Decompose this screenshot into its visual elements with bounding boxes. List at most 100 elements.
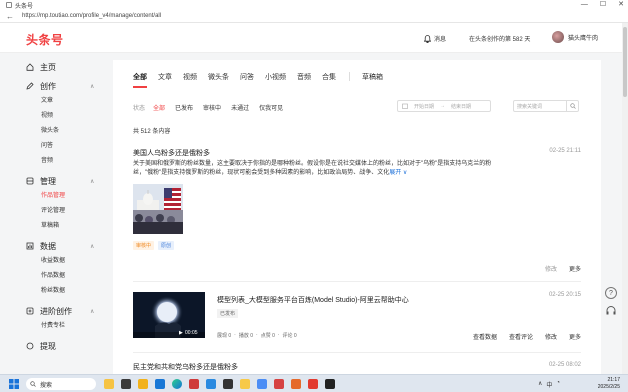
os-taskbar: 搜索 ∧ 中 ◔ 21:17 2025/2/25 — [0, 374, 628, 392]
chevron-up-icon[interactable]: ∧ — [90, 308, 94, 315]
app-icon[interactable] — [291, 379, 301, 389]
sidebar-item-weitoutiao[interactable]: 微头条 — [0, 124, 110, 139]
close-button[interactable]: ✕ — [618, 0, 624, 10]
chevron-up-icon[interactable]: ∧ — [90, 83, 94, 90]
app-icon[interactable] — [155, 379, 165, 389]
scrollbar-thumb[interactable] — [623, 27, 627, 97]
article-actions: 查看数据 查看评论 修改 更多 — [473, 332, 581, 341]
app-icon[interactable] — [274, 379, 284, 389]
app-icon[interactable] — [104, 379, 114, 389]
minimize-button[interactable]: — — [581, 0, 588, 10]
windows-start-icon[interactable] — [9, 379, 19, 389]
filter-reviewing[interactable]: 审核中 — [203, 103, 221, 112]
app-icon[interactable] — [189, 379, 199, 389]
clock-time: 21:17 — [607, 377, 620, 383]
filter-private[interactable]: 仅我可见 — [259, 103, 283, 112]
sidebar-item-video[interactable]: 视频 — [0, 109, 110, 124]
taskbar-clock[interactable]: 21:17 2025/2/25 — [598, 377, 620, 391]
capitol-flag-image — [133, 184, 183, 234]
article-tags: 审核中 原创 — [133, 241, 175, 250]
sidebar-group-earn[interactable]: 提现 — [0, 338, 110, 354]
sidebar-group-manage[interactable]: 管理 ∧ — [0, 173, 110, 189]
page-scrollbar[interactable] — [622, 23, 628, 374]
app-icon[interactable] — [206, 379, 216, 389]
original-badge: 原创 — [158, 241, 175, 250]
tab-article[interactable]: 文章 — [158, 72, 172, 88]
video-duration: 00:05 — [185, 330, 198, 336]
article-title[interactable]: 民主党和共和党乌粉多还是俄粉多 — [133, 362, 581, 372]
tab-short-video[interactable]: 小视频 — [265, 72, 286, 88]
sidebar-item-drafts[interactable]: 草稿箱 — [0, 219, 110, 234]
date-start-field[interactable]: 开始日期 — [414, 103, 434, 110]
address-bar[interactable]: ← https://mp.toutiao.com/profile_v4/mana… — [0, 10, 628, 23]
view-comments-button[interactable]: 查看评论 — [509, 332, 533, 341]
sidebar-item-works-manage[interactable]: 作品管理 — [0, 189, 110, 204]
messages-link[interactable]: 消息 — [424, 34, 446, 43]
date-range-picker[interactable]: 开始日期 → 结束日期 — [397, 100, 491, 112]
sidebar-item-audio[interactable]: 音频 — [0, 154, 110, 169]
sidebar-group-advanced[interactable]: 进阶创作 ∧ — [0, 303, 110, 319]
browser-tab-title[interactable]: 头条号 — [15, 1, 33, 10]
chevron-up-icon[interactable]: ∧ — [538, 380, 542, 389]
tab-weitoutiao[interactable]: 微头条 — [208, 72, 229, 88]
expand-link[interactable]: 展开 ∨ — [389, 170, 407, 176]
user-menu[interactable]: 猫头鹰牛肉 — [552, 31, 598, 43]
edit-button[interactable]: 修改 — [545, 264, 557, 273]
wifi-icon[interactable]: ◔ — [556, 380, 560, 389]
tab-all[interactable]: 全部 — [133, 72, 147, 88]
edge-icon[interactable] — [172, 379, 182, 389]
ime-indicator[interactable]: 中 — [546, 380, 552, 389]
taskbar-search[interactable]: 搜索 — [26, 378, 96, 390]
row-divider — [133, 352, 581, 353]
app-icon[interactable] — [325, 379, 335, 389]
tab-collection[interactable]: 合集 — [322, 72, 336, 88]
sidebar-item-comments-manage[interactable]: 评论管理 — [0, 204, 110, 219]
sidebar-label-data: 数据 — [40, 241, 56, 251]
maximize-button[interactable]: ☐ — [600, 0, 606, 10]
sidebar-item-article[interactable]: 文章 — [0, 94, 110, 109]
back-icon[interactable]: ← — [6, 12, 14, 21]
more-button[interactable]: 更多 — [569, 264, 581, 273]
tab-drafts[interactable]: 草稿箱 — [362, 72, 383, 88]
tab-audio[interactable]: 音频 — [297, 72, 311, 88]
app-icon[interactable] — [121, 379, 131, 389]
site-logo[interactable]: 头条号 — [26, 31, 64, 48]
date-end-field[interactable]: 结束日期 — [451, 103, 471, 110]
more-button[interactable]: 更多 — [569, 332, 581, 341]
search-button[interactable] — [566, 101, 578, 111]
chevron-up-icon[interactable]: ∧ — [90, 243, 94, 250]
sidebar-group-data[interactable]: 数据 ∧ — [0, 238, 110, 254]
username[interactable]: 猫头鹰牛肉 — [568, 33, 598, 42]
video-thumbnail[interactable]: ▶ 00:05 — [133, 292, 205, 338]
sidebar-item-qa[interactable]: 问答 — [0, 139, 110, 154]
filter-published[interactable]: 已发布 — [175, 103, 193, 112]
tab-video[interactable]: 视频 — [183, 72, 197, 88]
app-icon[interactable] — [138, 379, 148, 389]
article-thumbnail[interactable] — [133, 184, 183, 234]
sidebar-item-fans-data[interactable]: 粉丝数据 — [0, 284, 110, 299]
article-title[interactable]: 美国人乌粉多还是俄粉多 — [133, 148, 581, 158]
filter-all[interactable]: 全部 — [153, 103, 165, 112]
chevron-up-icon[interactable]: ∧ — [90, 178, 94, 185]
sidebar-item-home[interactable]: 主页 — [0, 59, 110, 75]
headset-icon[interactable] — [605, 305, 617, 317]
app-icon[interactable] — [257, 379, 267, 389]
list-item: 美国人乌粉多还是俄粉多 02-25 21:11 关于美国和俄罗斯的粉丝数量，这主… — [133, 148, 581, 278]
app-icon[interactable] — [223, 379, 233, 389]
url-text[interactable]: https://mp.toutiao.com/profile_v4/manage… — [22, 13, 161, 19]
app-icon[interactable] — [308, 379, 318, 389]
sidebar-item-works-data[interactable]: 作品数据 — [0, 269, 110, 284]
view-data-button[interactable]: 查看数据 — [473, 332, 497, 341]
sidebar-item-income-data[interactable]: 收益数据 — [0, 254, 110, 269]
help-icon[interactable]: ? — [605, 287, 617, 299]
article-title[interactable]: 模型列表_大模型服务平台百炼(Model Studio)-阿里云帮助中心 — [217, 295, 409, 305]
edit-button[interactable]: 修改 — [545, 332, 557, 341]
sidebar-item-paid-column[interactable]: 付费专栏 — [0, 319, 110, 334]
content-panel: 全部 文章 视频 微头条 问答 小视频 音频 合集 草稿箱 状态 全部 已发布 … — [113, 60, 601, 374]
tab-qa[interactable]: 问答 — [240, 72, 254, 88]
filter-rejected[interactable]: 未通过 — [231, 103, 249, 112]
avatar[interactable] — [552, 31, 564, 43]
app-icon[interactable] — [240, 379, 250, 389]
sidebar-group-create[interactable]: 创作 ∧ — [0, 78, 110, 94]
search-input[interactable]: 搜索关键词 — [513, 100, 579, 112]
